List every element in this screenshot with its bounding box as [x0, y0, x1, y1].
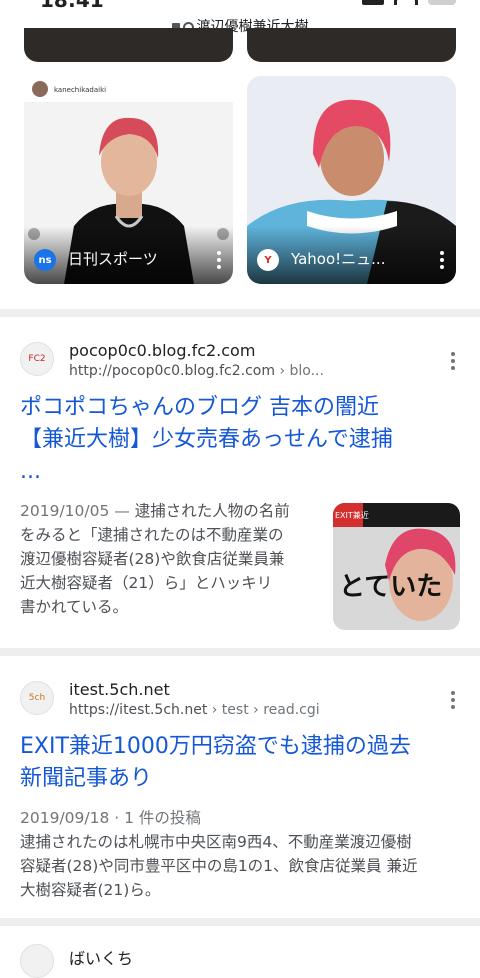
- site-favicon: FC2: [20, 342, 54, 376]
- source-badge: Y: [257, 249, 279, 271]
- thumbnail-photo: EXIT兼近 とていた: [333, 503, 460, 630]
- source-badge: ns: [34, 249, 56, 271]
- source-name: 日刊スポーツ: [68, 250, 158, 268]
- result-snippet: 2019/09/18 · 1 件の投稿 逮捕されたのは札幌市中央区南9西4、不動…: [20, 809, 418, 899]
- more-options-icon[interactable]: [440, 251, 444, 272]
- source-name: Yahoo!ニュ...: [291, 250, 386, 268]
- status-icons: 10: [362, 0, 456, 5]
- section-divider: [0, 309, 480, 317]
- result-title[interactable]: EXIT兼近1000万円窃盗でも逮捕の過去 新聞記事あり: [20, 731, 460, 795]
- battery-icon: 10: [428, 0, 456, 5]
- result-url[interactable]: http://pocop0c0.blog.fc2.com › blo...: [69, 363, 324, 379]
- result-more-icon[interactable]: [451, 691, 455, 712]
- result-site-name[interactable]: itest.5ch.net: [69, 680, 170, 699]
- caption-tag: kanechikadaiki: [54, 86, 106, 94]
- more-options-icon[interactable]: [217, 251, 221, 272]
- svg-text:とていた: とていた: [339, 572, 442, 602]
- image-card[interactable]: kanechikadaiki ns 日刊スポーツ: [24, 76, 233, 284]
- result-title[interactable]: ポコポコちゃんのブログ 吉本の闇近 【兼近大樹】少女売春あっせんで逮捕 ...: [20, 392, 460, 488]
- section-divider: [0, 648, 480, 656]
- signal-icon: [362, 0, 384, 5]
- status-time: 18:41: [40, 0, 104, 12]
- result-more-icon[interactable]: [451, 352, 455, 373]
- image-card-partial[interactable]: [24, 28, 233, 62]
- result-site-name[interactable]: ばいくち: [69, 945, 133, 969]
- site-favicon: 5ch: [20, 681, 54, 715]
- result-snippet: 2019/10/05 — 逮捕された人物の名前 をみると「逮捕されたのは不動産業…: [20, 502, 290, 616]
- site-favicon: [20, 944, 54, 978]
- image-card-partial[interactable]: [247, 28, 456, 62]
- section-divider: [0, 918, 480, 926]
- result-site-name[interactable]: pocop0c0.blog.fc2.com: [69, 341, 255, 360]
- image-card[interactable]: Y Yahoo!ニュ...: [247, 76, 456, 284]
- result-url[interactable]: https://itest.5ch.net › test › read.cgi: [69, 702, 320, 718]
- svg-text:EXIT兼近: EXIT兼近: [335, 510, 369, 520]
- wifi-icon: [394, 0, 418, 5]
- result-thumbnail[interactable]: EXIT兼近 とていた: [333, 503, 460, 630]
